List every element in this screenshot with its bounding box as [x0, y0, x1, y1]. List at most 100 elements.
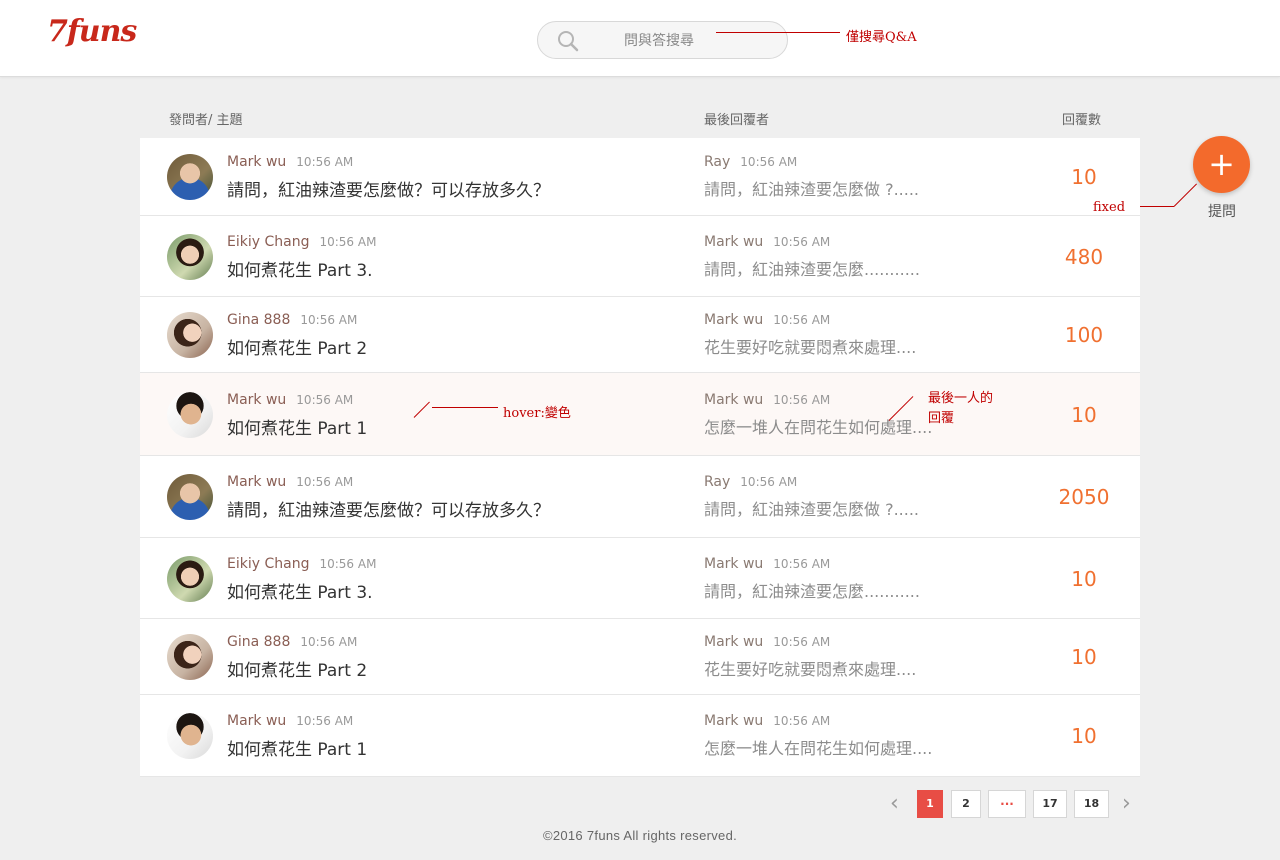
search-icon[interactable]: [556, 29, 580, 53]
post-time: 10:56 AM: [300, 635, 358, 649]
last-reply-text[interactable]: 花生要好吃就要悶煮來處理....: [704, 656, 916, 680]
reply-time: 10:56 AM: [740, 155, 798, 169]
replier-label[interactable]: Mark wu: [704, 234, 763, 250]
page-button[interactable]: 18: [1074, 790, 1109, 818]
last-reply-text[interactable]: 請問，紅油辣渣要怎麼...........: [704, 256, 920, 280]
post-time: 10:56 AM: [300, 313, 358, 327]
post-time: 10:56 AM: [296, 393, 354, 407]
author-label[interactable]: Eikiy Chang: [227, 234, 309, 250]
page-button[interactable]: 2: [951, 790, 981, 818]
last-reply-text[interactable]: 怎麼一堆人在問花生如何處理....: [704, 414, 932, 438]
question-title[interactable]: 請問，紅油辣渣要怎麼做？可以存放多久？: [227, 176, 550, 201]
question-title[interactable]: 如何煮花生 Part 2: [227, 334, 367, 359]
avatar[interactable]: [167, 154, 213, 200]
avatar[interactable]: [167, 234, 213, 280]
last-reply-text[interactable]: 請問，紅油辣渣要怎麼做 ?.....: [704, 176, 919, 200]
author-label[interactable]: Gina 888: [227, 312, 290, 328]
page-button[interactable]: ···: [988, 790, 1026, 818]
page-button[interactable]: 1: [917, 790, 943, 818]
last-replier[interactable]: Ray 10:56 AM: [704, 154, 797, 170]
last-replier[interactable]: Mark wu 10:56 AM: [704, 312, 830, 328]
avatar[interactable]: [167, 474, 213, 520]
author-name[interactable]: Gina 888 10:56 AM: [227, 312, 357, 328]
replier-label[interactable]: Mark wu: [704, 713, 763, 729]
list-item[interactable]: Eikiy Chang 10:56 AM 如何煮花生 Part 3. Mark wu 1…: [140, 216, 1140, 297]
last-replier[interactable]: Mark wu 10:56 AM: [704, 556, 830, 572]
hover-note: hover:變色: [503, 406, 571, 421]
logo[interactable]: 7funs: [47, 14, 137, 49]
question-title[interactable]: 如何煮花生 Part 3.: [227, 578, 373, 603]
last-reply-text[interactable]: 請問，紅油辣渣要怎麼...........: [704, 578, 920, 602]
last-replier[interactable]: Ray 10:56 AM: [704, 474, 797, 490]
reply-count: 10: [1071, 645, 1097, 669]
column-header-replies: 回覆數: [1062, 113, 1102, 128]
last-reply-text[interactable]: 花生要好吃就要悶煮來處理....: [704, 334, 916, 358]
author-label[interactable]: Mark wu: [227, 154, 286, 170]
header: 7funs: [0, 0, 1280, 77]
author-name[interactable]: Eikiy Chang 10:56 AM: [227, 556, 376, 572]
question-title[interactable]: 如何煮花生 Part 1: [227, 414, 367, 439]
last-replier[interactable]: Mark wu 10:56 AM: [704, 634, 830, 650]
last-reply-text[interactable]: 怎麼一堆人在問花生如何處理....: [704, 735, 932, 759]
author-label[interactable]: Eikiy Chang: [227, 556, 309, 572]
ask-question-button[interactable]: +: [1193, 136, 1250, 193]
author-name[interactable]: Mark wu 10:56 AM: [227, 713, 353, 729]
last-replier[interactable]: Mark wu 10:56 AM: [704, 234, 830, 250]
reply-count: 2050: [1058, 485, 1110, 509]
list-item[interactable]: Mark wu 10:56 AM 請問，紅油辣渣要怎麼做？可以存放多久？ Ray 10:…: [140, 456, 1140, 538]
fab-note-line-diag: [1173, 183, 1197, 207]
last-reply-note-line1: 最後一人的: [928, 391, 994, 406]
avatar[interactable]: [167, 634, 213, 680]
column-header-topic: 發問者/ 主題: [169, 113, 243, 128]
author-name[interactable]: Eikiy Chang 10:56 AM: [227, 234, 376, 250]
reply-time: 10:56 AM: [773, 313, 831, 327]
list-item[interactable]: Mark wu 10:56 AM 如何煮花生 Part 1 Mark wu 10:56 …: [140, 695, 1140, 777]
author-name[interactable]: Mark wu 10:56 AM: [227, 474, 353, 490]
replier-label[interactable]: Mark wu: [704, 312, 763, 328]
last-reply-text[interactable]: 請問，紅油辣渣要怎麼做 ?.....: [704, 496, 919, 520]
author-label[interactable]: Mark wu: [227, 474, 286, 490]
author-name[interactable]: Mark wu 10:56 AM: [227, 392, 353, 408]
replier-label[interactable]: Mark wu: [704, 392, 763, 408]
list-item[interactable]: Gina 888 10:56 AM 如何煮花生 Part 2 Mark wu 10:56…: [140, 619, 1140, 695]
avatar[interactable]: [167, 713, 213, 759]
list-item[interactable]: Mark wu 10:56 AM 請問，紅油辣渣要怎麼做？可以存放多久？ Ray 10:…: [140, 138, 1140, 216]
post-time: 10:56 AM: [296, 475, 354, 489]
list-item[interactable]: Eikiy Chang 10:56 AM 如何煮花生 Part 3. Mark wu 1…: [140, 538, 1140, 619]
reply-count: 10: [1071, 165, 1097, 189]
list-item[interactable]: Gina 888 10:56 AM 如何煮花生 Part 2 Mark wu 10:56…: [140, 297, 1140, 373]
replier-label[interactable]: Mark wu: [704, 634, 763, 650]
search-box[interactable]: [537, 21, 788, 59]
last-replier[interactable]: Mark wu 10:56 AM: [704, 713, 830, 729]
question-title[interactable]: 如何煮花生 Part 2: [227, 656, 367, 681]
avatar[interactable]: [167, 312, 213, 358]
fab-note-line: [1140, 206, 1174, 207]
author-label[interactable]: Mark wu: [227, 392, 286, 408]
author-name[interactable]: Gina 888 10:56 AM: [227, 634, 357, 650]
author-name[interactable]: Mark wu 10:56 AM: [227, 154, 353, 170]
question-title[interactable]: 請問，紅油辣渣要怎麼做？可以存放多久？: [227, 496, 550, 521]
avatar[interactable]: [167, 556, 213, 602]
last-replier[interactable]: Mark wu 10:56 AM: [704, 392, 830, 408]
replier-label[interactable]: Ray: [704, 474, 730, 490]
list-item[interactable]: Mark wu 10:56 AM 如何煮花生 Part 1 Mark wu 10:56 …: [140, 373, 1140, 456]
prev-page-icon[interactable]: ‹: [890, 791, 899, 816]
search-note: 僅搜尋Q&A: [846, 30, 917, 45]
question-title[interactable]: 如何煮花生 Part 3.: [227, 256, 373, 281]
hover-note-line: [432, 407, 498, 408]
question-title[interactable]: 如何煮花生 Part 1: [227, 735, 367, 760]
search-input[interactable]: [598, 30, 778, 52]
author-label[interactable]: Gina 888: [227, 634, 290, 650]
page-button[interactable]: 17: [1033, 790, 1067, 818]
question-list: Mark wu 10:56 AM 請問，紅油辣渣要怎麼做？可以存放多久？ Ray 10:…: [140, 138, 1140, 777]
replier-label[interactable]: Ray: [704, 154, 730, 170]
replier-label[interactable]: Mark wu: [704, 556, 763, 572]
ask-question-label[interactable]: 提問: [1196, 201, 1248, 221]
reply-time: 10:56 AM: [740, 475, 798, 489]
avatar[interactable]: [167, 392, 213, 438]
reply-count: 10: [1071, 567, 1097, 591]
reply-time: 10:56 AM: [773, 557, 831, 571]
author-label[interactable]: Mark wu: [227, 713, 286, 729]
column-header-last-replier: 最後回覆者: [704, 113, 770, 128]
next-page-icon[interactable]: ›: [1122, 791, 1131, 816]
